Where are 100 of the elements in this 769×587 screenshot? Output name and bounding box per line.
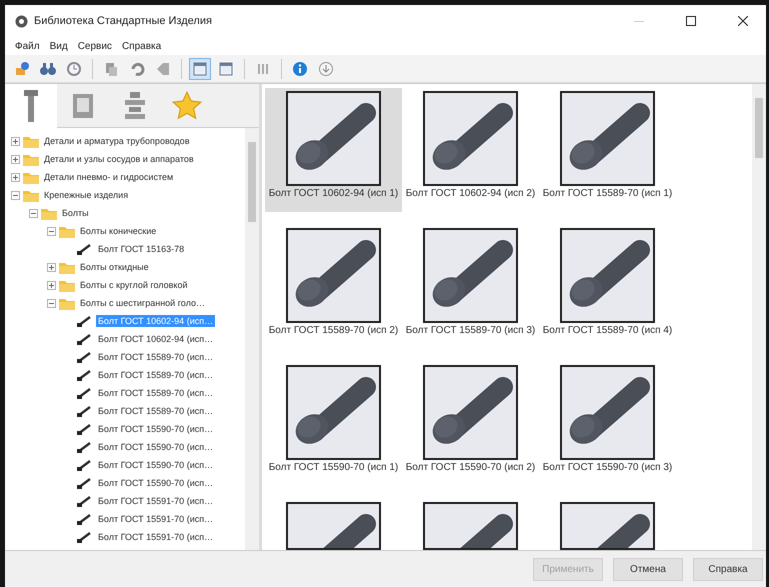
folder-icon [59,296,75,310]
close-icon[interactable] [738,16,748,26]
panel-icon [218,60,234,76]
tree-item[interactable]: Болт ГОСТ 15590-70 (исп… [96,441,216,453]
tree-item[interactable]: Болт ГОСТ 15591-70 (исп… [96,513,216,525]
tree-item[interactable]: Болт ГОСТ 15589-70 (исп… [96,369,216,381]
tree-item[interactable]: Болт ГОСТ 15590-70 (исп… [96,459,216,471]
bolt-icon [23,89,39,123]
tree-item[interactable]: Болт ГОСТ 15163-78 [96,243,186,255]
add-icon [14,60,30,76]
folder-icon [59,224,75,238]
collapse-icon[interactable] [29,208,38,218]
folder-icon [23,134,39,148]
part-tile[interactable]: Болт ГОСТ 15590-70 (исп 2) [402,362,539,486]
menu-item[interactable]: Вид [50,40,68,52]
part-tile[interactable]: Болт ГОСТ 15589-70 (исп 2) [265,225,402,349]
document-icon [72,93,94,119]
expand-icon[interactable] [11,172,20,182]
part-tile[interactable]: Болт ГОСТ 15590-70 (исп 3) [539,362,676,486]
part-label: Болт ГОСТ 15589-70 (исп 2) [268,325,400,337]
toolbar-button[interactable] [189,58,211,80]
bolt-icon [77,405,93,417]
bolt-icon [77,351,93,363]
bolt-icon [77,387,93,399]
dialog-button[interactable]: Отмена [613,558,683,580]
expand-icon[interactable] [47,262,56,272]
tag-icon [155,60,171,76]
tree-item[interactable]: Болт ГОСТ 15589-70 (исп… [96,405,216,417]
help-icon [292,60,308,76]
bolt-icon [77,459,93,471]
tree-item[interactable]: Болт ГОСТ 15591-70 (исп… [96,495,216,507]
folder-icon [23,152,39,166]
clock-icon [66,60,82,76]
bolt-icon [77,423,93,435]
binoculars-icon [40,60,56,76]
part-tile[interactable]: Болт ГОСТ 10602-94 (исп 1) [265,88,402,212]
folder-icon [59,260,75,274]
part-label: Болт ГОСТ 15590-70 (исп 3) [542,462,674,474]
tree-item[interactable]: Болт ГОСТ 15590-70 (исп… [96,423,216,435]
undo-icon [129,60,145,76]
window-title: Библиотека Стандартные Изделия [34,15,213,27]
menu-item[interactable]: Сервис [78,40,112,52]
expand-icon[interactable] [11,154,20,164]
star-icon [172,91,202,121]
menu-item[interactable]: Справка [122,40,162,52]
tree-item[interactable]: Детали и арматура трубопроводов [42,135,192,147]
download-icon [318,60,334,76]
expand-icon[interactable] [47,280,56,290]
part-label: Болт ГОСТ 15590-70 (исп 1) [268,462,400,474]
tree-item[interactable]: Болт ГОСТ 15589-70 (исп… [96,387,216,399]
collapse-icon[interactable] [11,190,20,200]
app-icon [15,14,28,28]
scrollbar[interactable] [752,84,766,550]
folder-icon [41,206,57,220]
dialog-button[interactable]: Справка [693,558,763,580]
part-tile[interactable]: Болт ГОСТ 15590-70 (исп 1) [265,362,402,486]
tree-item[interactable]: Болты откидные [78,261,151,273]
part-tile[interactable]: Болт ГОСТ 15589-70 (исп 4) [539,225,676,349]
tree-item[interactable]: Болты с круглой головкой [78,279,190,291]
bolt-icon [77,513,93,525]
part-label: Болт ГОСТ 15589-70 (исп 3) [404,325,536,337]
bolt-icon [77,243,93,255]
collapse-icon[interactable] [47,226,56,236]
bolt-icon [77,441,93,453]
part-tile[interactable]: Болт ГОСТ 10602-94 (исп 2) [402,88,539,212]
panel-tab[interactable] [5,84,57,128]
tree-item[interactable]: Болты конические [78,225,158,237]
folder-icon [23,170,39,184]
part-tile[interactable]: Болт ГОСТ 15589-70 (исп 3) [402,225,539,349]
bolt-icon [77,495,93,507]
part-label: Болт ГОСТ 15589-70 (исп 4) [542,325,674,337]
bolt-icon [77,333,93,345]
tree-item[interactable]: Болт ГОСТ 15590-70 (исп… [96,477,216,489]
menu-item[interactable]: Файл [15,40,40,52]
expand-icon[interactable] [11,136,20,146]
maximize-icon[interactable] [686,16,696,26]
copy-icon [103,60,119,76]
collapse-icon[interactable] [47,298,56,308]
part-tile[interactable]: Болт ГОСТ 15589-70 (исп 1) [539,88,676,212]
folder-icon [59,278,75,292]
bolt-icon [77,531,93,543]
tree-item[interactable]: Детали пневмо- и гидросистем [42,171,176,183]
part-label: Болт ГОСТ 15589-70 (исп 1) [542,188,674,200]
tree-item[interactable]: Болты с шестигранной голо… [78,297,207,309]
folder-icon [23,188,39,202]
tree-item[interactable]: Болты [60,207,91,219]
bolt-icon [77,315,93,327]
part-label: Болт ГОСТ 10602-94 (исп 2) [404,188,536,200]
bolt-icon [77,369,93,381]
panel-icon [192,60,208,76]
part-label: Болт ГОСТ 10602-94 (исп 1) [268,188,400,200]
tree-item[interactable]: Болт ГОСТ 15591-70 (исп… [96,531,216,543]
scrollbar[interactable] [245,128,259,550]
tree-item[interactable]: Болт ГОСТ 10602-94 (исп… [96,333,216,345]
tree-item[interactable]: Крепежные изделия [42,189,130,201]
bolt-icon [77,477,93,489]
tree-item[interactable]: Болт ГОСТ 15589-70 (исп… [96,351,216,363]
part-label: Болт ГОСТ 15590-70 (исп 2) [404,462,536,474]
tree-item[interactable]: Детали и узлы сосудов и аппаратов [42,153,196,165]
assembly-icon [124,91,146,121]
